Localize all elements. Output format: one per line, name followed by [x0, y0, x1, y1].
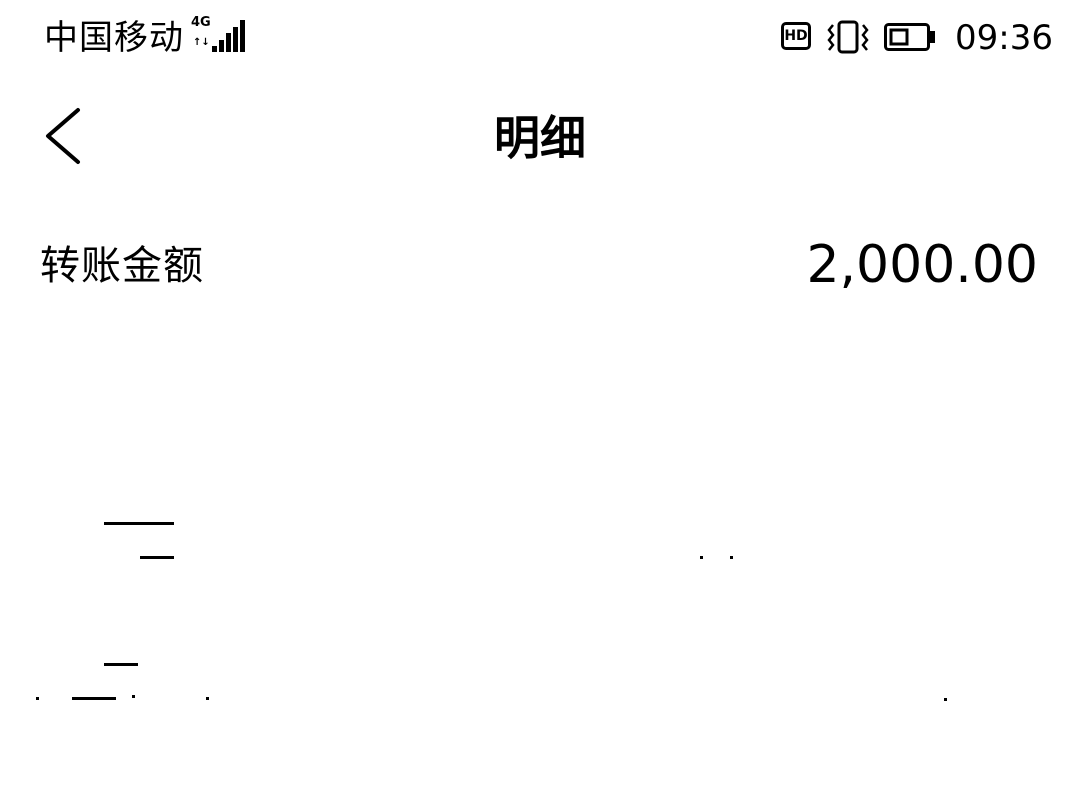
vibrate-icon: [827, 20, 869, 54]
transfer-amount-row: 转账金额 2,000.00: [0, 230, 1080, 302]
artifact-dot: [206, 697, 209, 700]
artifact-line: [104, 663, 138, 666]
artifact-line: [72, 697, 116, 700]
transfer-amount-label: 转账金额: [40, 243, 204, 289]
transfer-amount-value: 2,000.00: [806, 235, 1038, 295]
network-activity-icon: ↑↓: [193, 37, 210, 48]
hd-voice-icon: HD: [781, 22, 811, 50]
artifact-dot: [700, 556, 703, 559]
battery-icon: [884, 23, 935, 51]
artifact-dot: [132, 695, 135, 698]
artifact-dot: [730, 556, 733, 559]
artifact-dot: [944, 698, 947, 701]
artifact-dot: [36, 697, 39, 700]
artifact-line: [140, 556, 174, 559]
clock-time: 09:36: [955, 18, 1053, 58]
page-title: 明细: [494, 111, 586, 165]
artifact-line: [104, 522, 174, 525]
status-bar: 中国移动 4G ↑↓ HD 09:36: [0, 0, 1080, 76]
signal-strength-icon: [212, 20, 246, 52]
carrier-name: 中国移动: [44, 18, 184, 58]
title-bar: 明细: [0, 86, 1080, 196]
network-type-label: 4G: [191, 15, 211, 30]
